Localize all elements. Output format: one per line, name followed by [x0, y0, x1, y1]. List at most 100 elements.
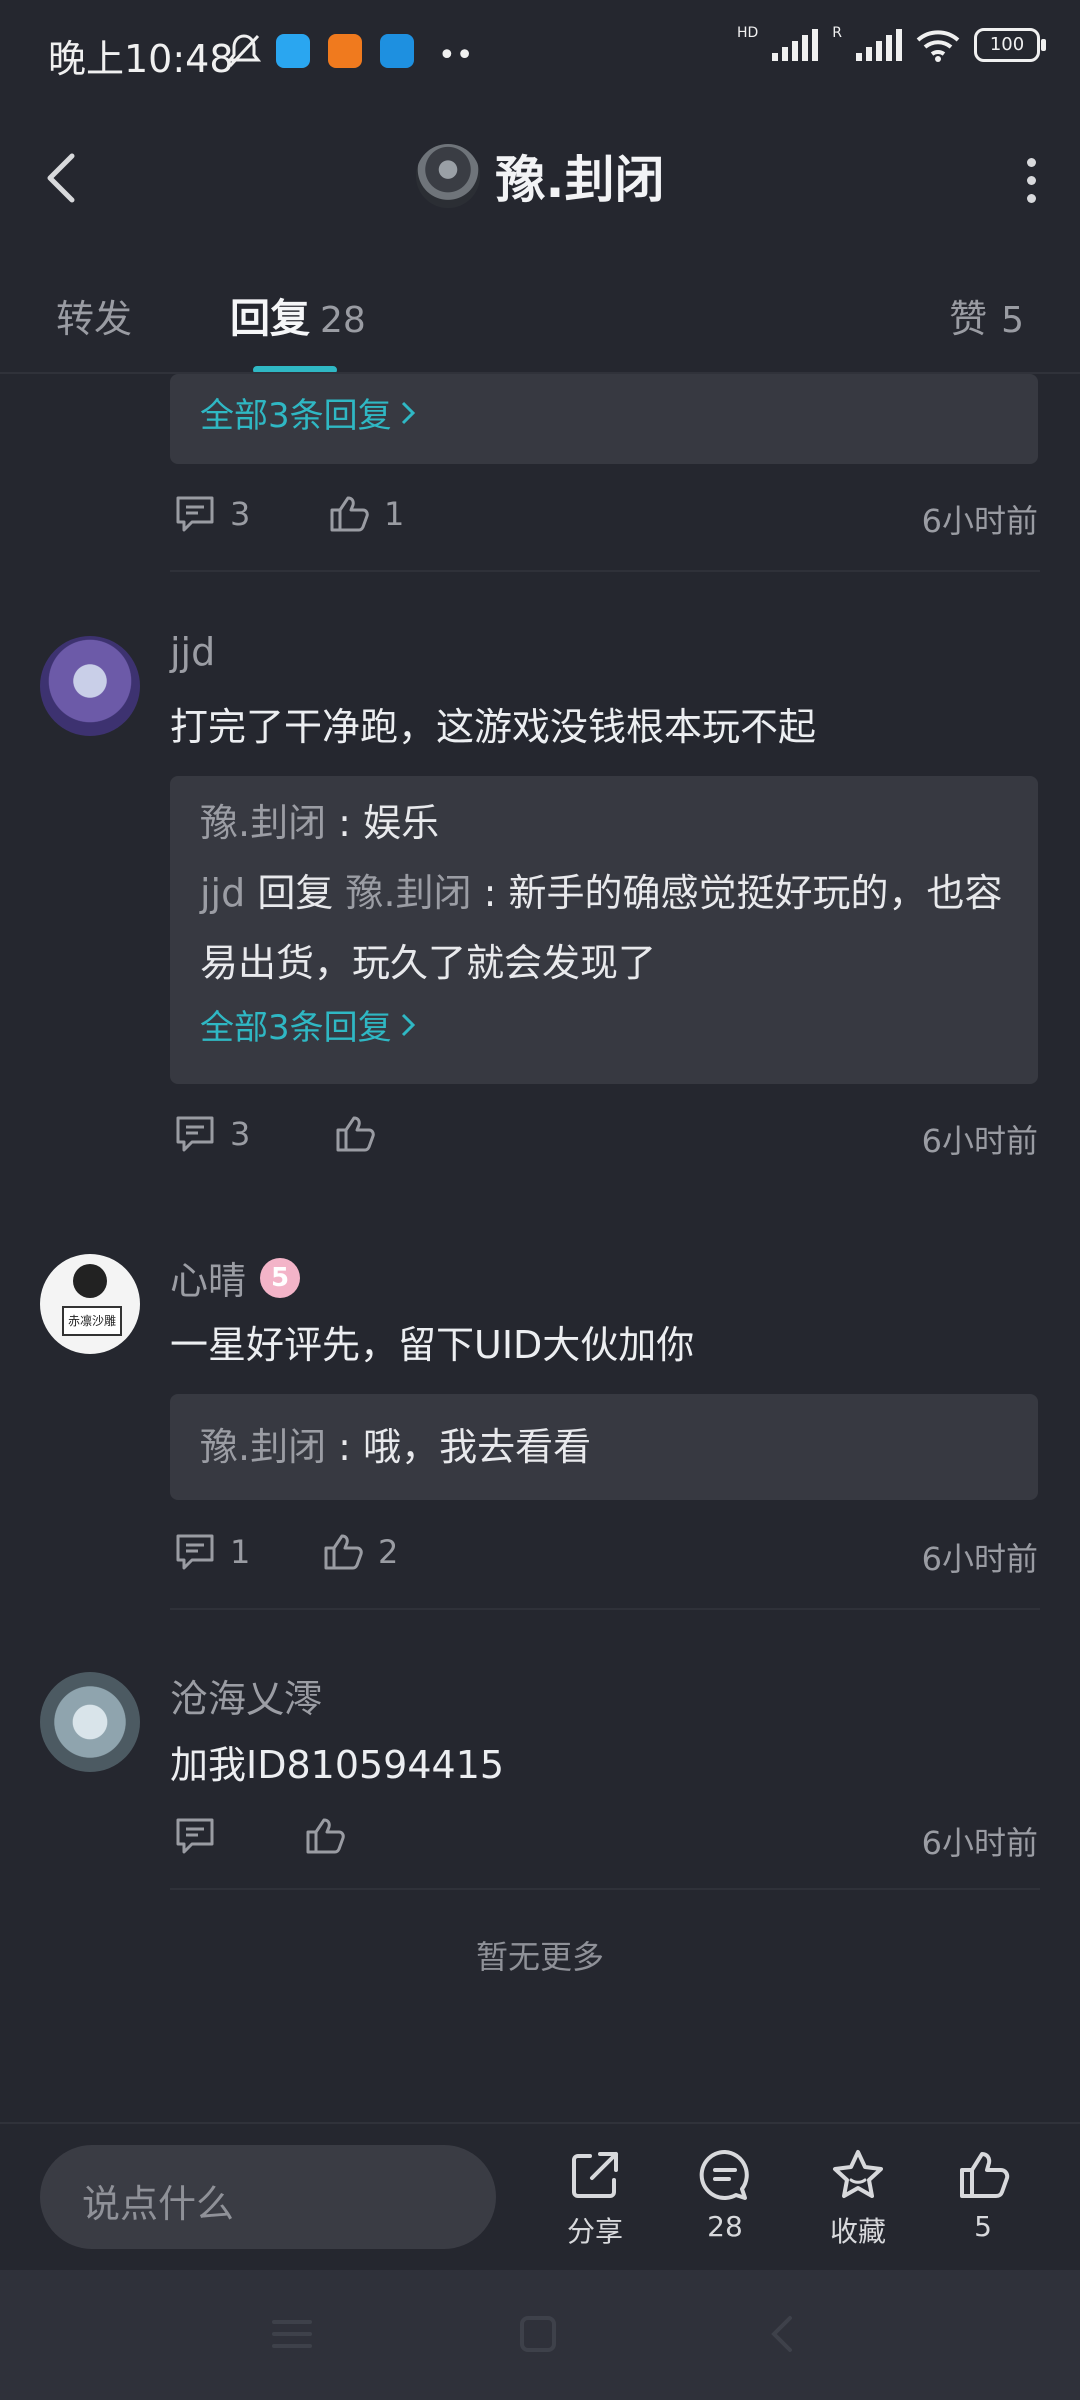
comment-divider	[170, 1888, 1040, 1890]
menu-icon[interactable]	[270, 2314, 314, 2354]
home-icon[interactable]	[516, 2312, 560, 2356]
comment2-like-button[interactable]: 2	[322, 1532, 398, 1572]
status-icons: HD R 100	[736, 25, 1046, 62]
comment-divider	[170, 570, 1040, 572]
tab-likes[interactable]: 赞5	[949, 288, 1024, 343]
all-replies-link[interactable]: 全部3条回复	[170, 374, 1038, 437]
comment3-time: 6小时前	[921, 1824, 1038, 1862]
share-button[interactable]: 分享	[540, 2148, 650, 2250]
tab-repost[interactable]: 转发	[56, 288, 132, 343]
signal-1-icon	[772, 29, 819, 61]
thumbs-up-icon	[330, 496, 369, 532]
chevron-right-icon	[401, 1013, 415, 1036]
comment0-reply-button[interactable]: 3	[174, 494, 250, 534]
tab-replies-count: 28	[320, 300, 366, 341]
reply-item[interactable]: 豫.刲闭 : 哦，我去看看	[170, 1412, 1038, 1482]
reply-item[interactable]: 豫.刲闭 : 娱乐	[170, 788, 1038, 858]
system-nav-bar	[0, 2270, 1080, 2400]
tab-replies-label: 回复	[230, 296, 310, 342]
comment0-like-button[interactable]: 1	[328, 494, 404, 534]
like-count: 2	[378, 1533, 399, 1571]
thumbs-up-icon	[306, 1818, 345, 1854]
reply-author[interactable]: jjd	[200, 871, 245, 915]
thumbs-up-icon	[324, 1534, 363, 1570]
author-avatar[interactable]	[415, 144, 480, 208]
comment0-time: 6小时前	[921, 502, 1038, 540]
avatar-sign: 赤凛沙雕	[62, 1306, 122, 1336]
comment3-text: 加我ID810594415	[170, 1743, 505, 1787]
page-title: 豫.刲闭	[495, 151, 665, 209]
reply-quote-box: 豫.刲闭 : 哦，我去看看	[170, 1394, 1038, 1500]
comment-icon	[176, 496, 214, 532]
user-avatar-jjd[interactable]	[40, 636, 140, 736]
reply-item[interactable]: jjd 回复 豫.刲闭 : 新手的确感觉挺好玩的，也容易出货，玩久了就会发现了	[170, 858, 1038, 998]
comments-button[interactable]: 28	[670, 2148, 780, 2243]
header-title-group: 豫.刲闭	[0, 140, 1080, 212]
no-more-label: 暂无更多	[475, 1938, 604, 1976]
status-time: 晚上10:48	[48, 37, 234, 81]
comment1-reply-button[interactable]: 3	[174, 1114, 250, 1154]
user-avatar-xinqing[interactable]: 赤凛沙雕	[40, 1254, 140, 1354]
favorite-label: 收藏	[829, 2215, 886, 2248]
comment1-username[interactable]: jjd	[170, 630, 215, 674]
comment1-time: 6小时前	[921, 1122, 1038, 1160]
comment2-reply-button[interactable]: 1	[174, 1532, 250, 1572]
reply-target[interactable]: 豫.刲闭	[345, 871, 471, 915]
comment-icon	[176, 1534, 214, 1570]
reply-text: 娱乐	[363, 801, 440, 845]
more-menu-button[interactable]	[1027, 158, 1036, 203]
tab-repost-label: 转发	[56, 297, 133, 341]
thumbs-up-icon	[960, 2152, 1010, 2198]
comment2-username[interactable]: 心晴	[170, 1250, 246, 1305]
comment3-username[interactable]: 沧海乂澪	[170, 1668, 322, 1723]
reply-quote-box: 全部3条回复	[170, 374, 1038, 464]
all-replies-label: 全部3条回复	[200, 1008, 392, 1048]
reply-word: 回复	[257, 871, 334, 915]
comment2-text: 一星好评先，留下UID大伙加你	[170, 1323, 695, 1367]
comment2-time: 6小时前	[921, 1540, 1038, 1578]
roaming-label: R	[832, 25, 842, 41]
comment-divider	[170, 1608, 1040, 1610]
comment1-text: 打完了干净跑，这游戏没钱根本玩不起	[170, 705, 817, 749]
wifi-icon	[916, 30, 960, 62]
comment1-like-button[interactable]	[334, 1114, 376, 1154]
favorite-button[interactable]: 收藏	[803, 2148, 913, 2250]
comment3-reply-button[interactable]	[174, 1816, 216, 1856]
tab-replies[interactable]: 回复 28	[230, 286, 366, 344]
status-bar: 晚上10:48 •• HD R 100	[0, 0, 1080, 110]
all-replies-label: 全部3条回复	[200, 396, 392, 436]
back-nav-icon[interactable]	[764, 2312, 798, 2356]
reply-quote-box: 豫.刲闭 : 娱乐 jjd 回复 豫.刲闭 : 新手的确感觉挺好玩的，也容易出货…	[170, 776, 1038, 1084]
like-count: 1	[384, 495, 405, 533]
thumbs-up-icon	[336, 1116, 375, 1152]
battery-indicator: 100	[974, 28, 1046, 62]
more-notifications-icon: ••	[438, 38, 474, 73]
share-label: 分享	[566, 2215, 623, 2248]
star-icon	[833, 2150, 883, 2198]
comment-input-placeholder: 说点什么	[82, 2182, 235, 2226]
app-notification-icon	[276, 34, 310, 68]
comments-count: 28	[707, 2210, 743, 2243]
reply-count: 3	[230, 1115, 251, 1153]
reply-author[interactable]: 豫.刲闭	[200, 1425, 326, 1469]
reply-count: 1	[230, 1533, 251, 1571]
like-count: 5	[974, 2210, 992, 2243]
hd-label: HD	[736, 25, 759, 41]
bottom-divider	[0, 2122, 1080, 2124]
game-app-icon	[380, 34, 414, 68]
xiaomi-app-icon	[328, 34, 362, 68]
tab-likes-label: 赞	[949, 297, 988, 341]
chat-bubble-icon	[699, 2149, 749, 2200]
comment-icon	[176, 1818, 214, 1854]
comment3-like-button[interactable]	[304, 1816, 346, 1856]
mute-bell-icon	[226, 32, 262, 74]
tab-likes-count: 5	[1001, 300, 1024, 341]
comment-input[interactable]: 说点什么	[40, 2145, 496, 2249]
share-icon	[572, 2152, 618, 2198]
like-button[interactable]: 5	[928, 2148, 1038, 2243]
user-avatar-canghai[interactable]	[40, 1672, 140, 1772]
all-replies-link[interactable]: 全部3条回复	[170, 1000, 1038, 1049]
reply-author[interactable]: 豫.刲闭	[200, 801, 326, 845]
level-badge: 5	[260, 1257, 301, 1298]
signal-2-icon	[856, 29, 902, 61]
